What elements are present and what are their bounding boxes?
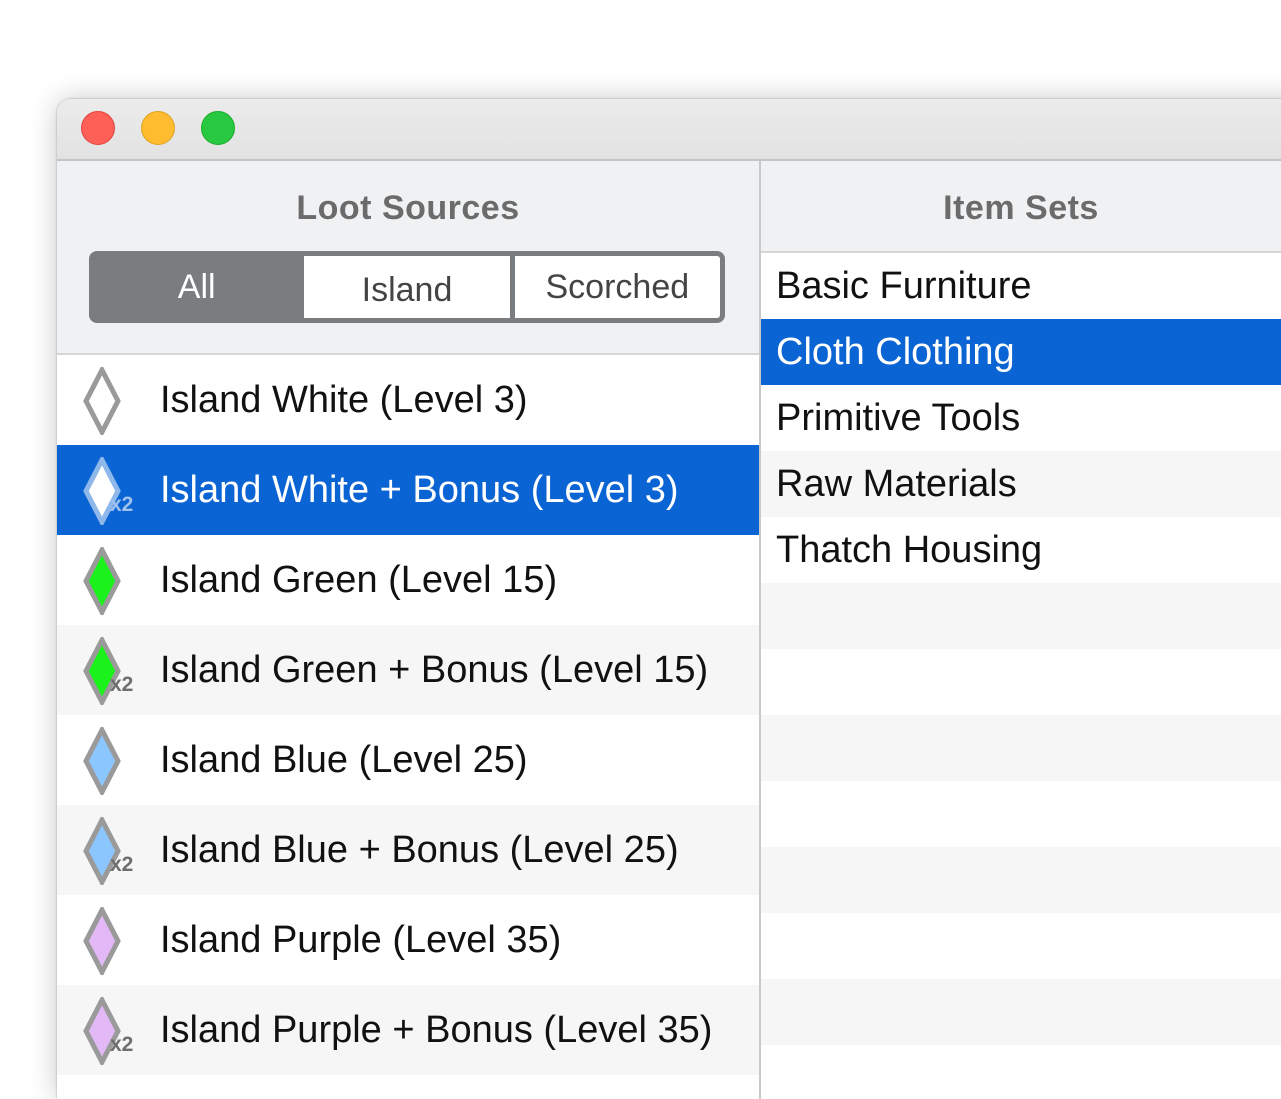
loot-sources-header: Loot Sources All Island Scorched <box>57 161 759 355</box>
loot-source-row[interactable]: Island Blue (Level 25) <box>57 715 759 805</box>
loot-source-label: Island Purple (Level 35) <box>160 918 562 961</box>
loot-source-label: Island White + Bonus (Level 3) <box>160 468 679 511</box>
loot-source-row[interactable]: Island Green (Level 15) <box>57 535 759 625</box>
loot-sources-title: Loot Sources <box>296 189 520 227</box>
diamond-icon <box>79 364 147 438</box>
empty-list-row <box>761 913 1281 979</box>
diamond-icon <box>79 724 147 798</box>
loot-source-row[interactable]: Island White (Level 3) <box>57 355 759 445</box>
item-sets-pane: Item Sets Basic Furniture Cloth Clothing P… <box>761 161 1281 1099</box>
empty-list-row <box>761 847 1281 913</box>
loot-source-row[interactable]: x2 Island Green + Bonus (Level 15) <box>57 625 759 715</box>
item-set-row[interactable]: Cloth Clothing <box>761 319 1281 385</box>
empty-list-row <box>761 979 1281 1045</box>
minimize-window-button[interactable] <box>141 111 175 145</box>
loot-source-label: Island White (Level 3) <box>160 378 528 421</box>
item-sets-title: Item Sets <box>943 189 1099 227</box>
zoom-window-button[interactable] <box>201 111 235 145</box>
bonus-badge: x2 <box>110 1033 134 1056</box>
loot-source-label: Island Green (Level 15) <box>160 558 558 601</box>
loot-sources-pane: Loot Sources All Island Scorched Island … <box>57 161 761 1099</box>
filter-scorched-segment[interactable]: Scorched <box>509 256 720 318</box>
diamond-icon <box>79 904 147 978</box>
empty-list-row <box>761 781 1281 847</box>
bonus-badge: x2 <box>110 853 134 876</box>
diamond-icon <box>79 544 147 618</box>
loot-sources-list: Island White (Level 3) x2 Island White + B… <box>57 355 759 1075</box>
loot-source-row[interactable]: x2 Island White + Bonus (Level 3) <box>57 445 759 535</box>
bonus-badge: x2 <box>110 673 134 696</box>
item-set-row[interactable]: Raw Materials <box>761 451 1281 517</box>
diamond-icon: x2 <box>79 454 147 528</box>
item-sets-header: Item Sets <box>761 161 1281 253</box>
loot-source-row[interactable]: x2 Island Blue + Bonus (Level 25) <box>57 805 759 895</box>
empty-list-row <box>761 583 1281 649</box>
filter-all-segment[interactable]: All <box>94 256 300 318</box>
bonus-badge: x2 <box>110 493 134 516</box>
title-bar <box>57 99 1281 161</box>
close-window-button[interactable] <box>81 111 115 145</box>
loot-source-row[interactable]: x2 Island Purple + Bonus (Level 35) <box>57 985 759 1075</box>
loot-source-label: Island Purple + Bonus (Level 35) <box>160 1008 713 1051</box>
item-set-row[interactable]: Primitive Tools <box>761 385 1281 451</box>
diamond-icon: x2 <box>79 994 147 1068</box>
app-window: Loot Sources All Island Scorched Island … <box>57 99 1281 1099</box>
item-set-row[interactable]: Basic Furniture <box>761 253 1281 319</box>
loot-source-label: Island Blue + Bonus (Level 25) <box>160 828 679 871</box>
item-set-row[interactable]: Thatch Housing <box>761 517 1281 583</box>
empty-list-row <box>761 715 1281 781</box>
loot-source-label: Island Blue (Level 25) <box>160 738 528 781</box>
item-sets-list: Basic Furniture Cloth Clothing Primitive T… <box>761 253 1281 1045</box>
loot-source-row[interactable]: Island Purple (Level 35) <box>57 895 759 985</box>
empty-list-row <box>761 649 1281 715</box>
diamond-icon: x2 <box>79 814 147 888</box>
diamond-icon: x2 <box>79 634 147 708</box>
loot-source-label: Island Green + Bonus (Level 15) <box>160 648 709 691</box>
loot-filter-segmented-control: All Island Scorched <box>89 251 725 323</box>
filter-island-segment[interactable]: Island <box>299 256 510 318</box>
